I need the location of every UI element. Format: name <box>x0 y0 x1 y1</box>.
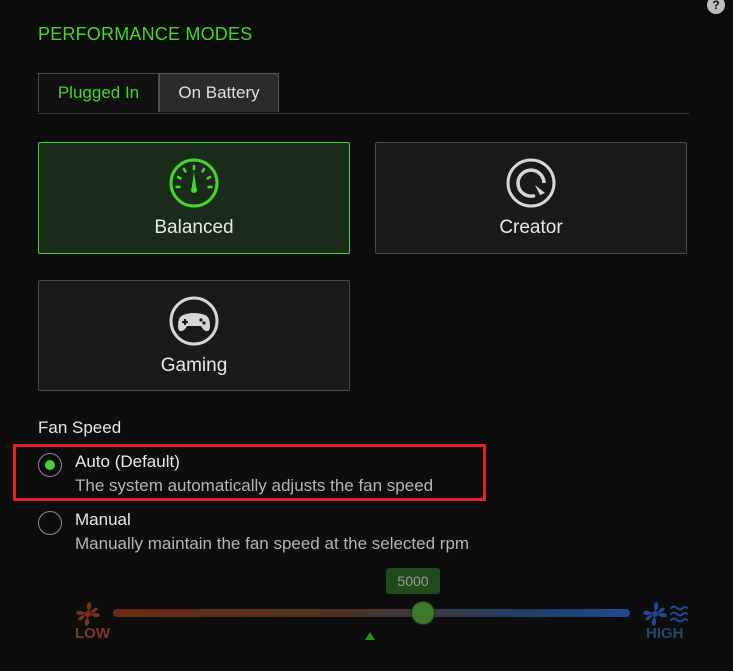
auto-radio[interactable] <box>38 453 62 477</box>
low-fan-icon <box>76 602 100 626</box>
power-source-tabs: Plugged In On Battery <box>38 73 689 114</box>
manual-radio[interactable] <box>38 511 62 535</box>
auto-option-label: Auto (Default) <box>75 452 180 471</box>
mode-card-gaming[interactable]: Gaming <box>38 280 350 391</box>
tab-plugged-in[interactable]: Plugged In <box>38 73 159 112</box>
fan-speed-slider: 5000 LOW HIGH <box>0 565 733 665</box>
mode-label-gaming: Gaming <box>160 355 228 376</box>
mode-label-creator: Creator <box>499 217 563 238</box>
mode-label-balanced: Balanced <box>154 217 234 238</box>
manual-option-label: Manual <box>75 510 131 529</box>
speedometer-icon <box>169 158 219 208</box>
high-fan-icon <box>643 602 688 626</box>
tab-on-battery[interactable]: On Battery <box>159 73 279 112</box>
low-label: LOW <box>75 625 110 642</box>
gamepad-icon <box>169 296 219 346</box>
mode-card-balanced[interactable]: Balanced <box>38 142 350 254</box>
help-button[interactable]: ? <box>707 0 725 14</box>
high-label: HIGH <box>646 625 684 642</box>
fan-speed-heading: Fan Speed <box>38 418 122 437</box>
default-value-marker <box>365 632 375 640</box>
page-title: PERFORMANCE MODES <box>38 24 253 44</box>
slider-track[interactable] <box>113 609 630 617</box>
auto-option-description: The system automatically adjusts the fan… <box>75 476 434 495</box>
slider-value-badge: 5000 <box>386 568 440 594</box>
manual-option-description: Manually maintain the fan speed at the s… <box>75 534 470 553</box>
mode-card-creator[interactable]: Creator <box>375 142 687 254</box>
creator-dial-icon <box>506 158 556 208</box>
slider-thumb[interactable] <box>412 602 435 624</box>
